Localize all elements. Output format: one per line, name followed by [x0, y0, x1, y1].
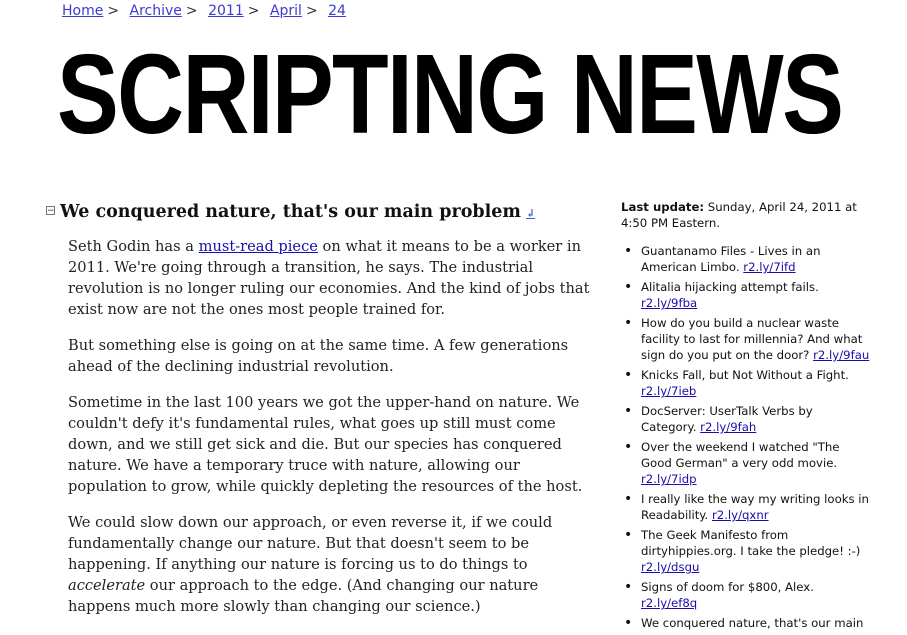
paragraph: We could slow down our approach, or even… — [68, 512, 591, 617]
link-text: Over the weekend I watched "The Good Ger… — [641, 440, 840, 470]
list-item: Guantanamo Files - Lives in an American … — [621, 243, 871, 275]
link-text: Alitalia hijacking attempt fails. — [641, 280, 819, 294]
short-link[interactable]: r2.ly/qxnr — [712, 508, 769, 522]
paragraph: Seth Godin has a must-read piece on what… — [68, 236, 591, 320]
post-title: We conquered nature, that's our main pro… — [60, 200, 535, 226]
link-text: Signs of doom for $800, Alex. — [641, 580, 814, 594]
must-read-link[interactable]: must-read piece — [199, 238, 318, 255]
post-header: − We conquered nature, that's our main p… — [46, 200, 591, 226]
paragraph: Sometime in the last 100 years we got th… — [68, 394, 583, 495]
short-link[interactable]: r2.ly/9fba — [641, 296, 697, 310]
post-title-text: We conquered nature, that's our main pro… — [60, 202, 521, 222]
list-item: How do you build a nuclear waste facilit… — [621, 315, 871, 363]
link-text: Knicks Fall, but Not Without a Fight. — [641, 368, 849, 382]
collapse-toggle-icon[interactable]: − — [46, 206, 55, 216]
list-item: Alitalia hijacking attempt fails. r2.ly/… — [621, 279, 871, 311]
breadcrumb-separator: > — [305, 3, 318, 19]
breadcrumb-year[interactable]: 2011 — [208, 3, 244, 19]
paragraph-text: Seth Godin has a — [68, 238, 199, 255]
list-item: DocServer: UserTalk Verbs by Category. r… — [621, 403, 871, 435]
list-item: Signs of doom for $800, Alex. r2.ly/ef8q — [621, 579, 871, 611]
site-masthead[interactable]: SCRIPTING NEWS — [57, 34, 844, 154]
link-list: Guantanamo Files - Lives in an American … — [621, 243, 871, 631]
link-text: We conquered nature, that's our main — [641, 616, 864, 630]
last-update: Last update: Sunday, April 24, 2011 at 4… — [621, 199, 871, 231]
breadcrumb-month[interactable]: April — [270, 3, 302, 19]
list-item: The Geek Manifesto from dirtyhippies.org… — [621, 527, 871, 575]
paragraph: But something else is going on at the sa… — [68, 337, 569, 375]
list-item: I really like the way my writing looks i… — [621, 491, 871, 523]
last-update-label: Last update: — [621, 200, 705, 214]
short-link[interactable]: r2.ly/ef8q — [641, 596, 697, 610]
short-link[interactable]: r2.ly/9fah — [700, 420, 756, 434]
breadcrumb: Home > Archive > 2011 > April > 24 — [62, 3, 346, 19]
post-body: Seth Godin has a must-read piece on what… — [68, 236, 591, 617]
permalink-icon[interactable]: ↲ — [526, 207, 535, 220]
breadcrumb-separator: > — [185, 3, 198, 19]
breadcrumb-archive[interactable]: Archive — [130, 3, 182, 19]
short-link[interactable]: r2.ly/9fau — [813, 348, 869, 362]
list-item: Over the weekend I watched "The Good Ger… — [621, 439, 871, 487]
short-link[interactable]: r2.ly/dsgu — [641, 560, 699, 574]
list-item: We conquered nature, that's our main — [621, 615, 871, 631]
breadcrumb-separator: > — [247, 3, 260, 19]
link-text: The Geek Manifesto from dirtyhippies.org… — [641, 528, 861, 558]
list-item: Knicks Fall, but Not Without a Fight. r2… — [621, 367, 871, 399]
breadcrumb-separator: > — [107, 3, 120, 19]
short-link[interactable]: r2.ly/7ifd — [743, 260, 795, 274]
sidebar: Last update: Sunday, April 24, 2011 at 4… — [621, 199, 871, 635]
paragraph-text: We could slow down our approach, or even… — [68, 514, 553, 573]
breadcrumb-day[interactable]: 24 — [328, 3, 346, 19]
post: − We conquered nature, that's our main p… — [46, 200, 591, 632]
emphasis-text: accelerate — [68, 577, 146, 594]
short-link[interactable]: r2.ly/7ieb — [641, 384, 696, 398]
breadcrumb-home[interactable]: Home — [62, 3, 103, 19]
short-link[interactable]: r2.ly/7idp — [641, 472, 697, 486]
